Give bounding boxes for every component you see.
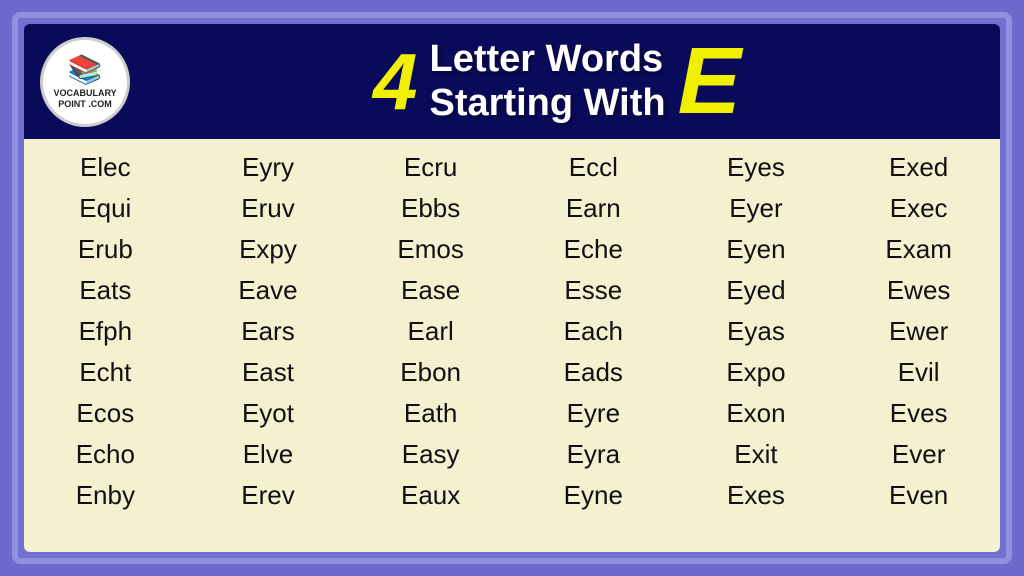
word-cell: Ecos	[24, 393, 187, 434]
word-cell: Eyne	[512, 475, 675, 516]
word-cell: Eyes	[675, 147, 838, 188]
word-cell: Easy	[349, 434, 512, 475]
word-cell: Eyed	[675, 270, 838, 311]
word-cell: East	[187, 352, 350, 393]
content: ElecEyryEcruEcclEyesExedEquiEruvEbbsEarn…	[24, 139, 1000, 552]
logo-icon: 📚	[68, 53, 103, 86]
table-row: EquiEruvEbbsEarnEyerExec	[24, 188, 1000, 229]
word-cell: Ecru	[349, 147, 512, 188]
table-row: EchtEastEbonEadsExpoEvil	[24, 352, 1000, 393]
letter-e: E	[678, 34, 741, 129]
word-cell: Eyen	[675, 229, 838, 270]
table-row: ErubExpyEmosEcheEyenExam	[24, 229, 1000, 270]
word-cell: Ever	[837, 434, 1000, 475]
outer-border: 📚 VOCABULARY POINT .COM 4 Letter Words S…	[12, 12, 1012, 564]
word-cell: Earl	[349, 311, 512, 352]
word-cell: Exed	[837, 147, 1000, 188]
word-cell: Eyry	[187, 147, 350, 188]
word-cell: Eruv	[187, 188, 350, 229]
word-cell: Ewes	[837, 270, 1000, 311]
word-cell: Eyra	[512, 434, 675, 475]
word-cell: Echo	[24, 434, 187, 475]
table-row: EcosEyotEathEyreExonEves	[24, 393, 1000, 434]
word-cell: Ebbs	[349, 188, 512, 229]
word-cell: Even	[837, 475, 1000, 516]
word-cell: Eyas	[675, 311, 838, 352]
word-cell: Ebon	[349, 352, 512, 393]
word-cell: Elec	[24, 147, 187, 188]
word-cell: Enby	[24, 475, 187, 516]
word-cell: Erub	[24, 229, 187, 270]
word-cell: Eves	[837, 393, 1000, 434]
word-cell: Ewer	[837, 311, 1000, 352]
logo: 📚 VOCABULARY POINT .COM	[40, 37, 130, 127]
word-cell: Esse	[512, 270, 675, 311]
word-cell: Exon	[675, 393, 838, 434]
word-cell: Evil	[837, 352, 1000, 393]
table-row: EnbyErevEauxEyneExesEven	[24, 475, 1000, 516]
word-cell: Expy	[187, 229, 350, 270]
number-4: 4	[373, 42, 418, 122]
word-cell: Eave	[187, 270, 350, 311]
word-cell: Earn	[512, 188, 675, 229]
word-cell: Emos	[349, 229, 512, 270]
word-cell: Exec	[837, 188, 1000, 229]
word-cell: Equi	[24, 188, 187, 229]
word-cell: Elve	[187, 434, 350, 475]
header: 📚 VOCABULARY POINT .COM 4 Letter Words S…	[24, 24, 1000, 139]
word-cell: Expo	[675, 352, 838, 393]
word-cell: Ears	[187, 311, 350, 352]
word-cell: Eche	[512, 229, 675, 270]
word-cell: Eath	[349, 393, 512, 434]
word-cell: Each	[512, 311, 675, 352]
word-table: ElecEyryEcruEcclEyesExedEquiEruvEbbsEarn…	[24, 147, 1000, 516]
word-cell: Exes	[675, 475, 838, 516]
word-cell: Eyot	[187, 393, 350, 434]
header-title: 4 Letter Words Starting With E	[130, 34, 984, 129]
word-cell: Eads	[512, 352, 675, 393]
word-cell: Exit	[675, 434, 838, 475]
word-cell: Eats	[24, 270, 187, 311]
word-cell: Eccl	[512, 147, 675, 188]
title-text: Letter Words Starting With	[430, 38, 666, 125]
word-cell: Efph	[24, 311, 187, 352]
word-cell: Eyre	[512, 393, 675, 434]
table-row: EchoElveEasyEyraExitEver	[24, 434, 1000, 475]
logo-text: VOCABULARY POINT .COM	[43, 88, 127, 110]
table-row: EfphEarsEarlEachEyasEwer	[24, 311, 1000, 352]
word-cell: Eyer	[675, 188, 838, 229]
table-row: EatsEaveEaseEsseEyedEwes	[24, 270, 1000, 311]
word-cell: Ease	[349, 270, 512, 311]
word-cell: Erev	[187, 475, 350, 516]
word-cell: Echt	[24, 352, 187, 393]
word-cell: Eaux	[349, 475, 512, 516]
table-row: ElecEyryEcruEcclEyesExed	[24, 147, 1000, 188]
word-cell: Exam	[837, 229, 1000, 270]
